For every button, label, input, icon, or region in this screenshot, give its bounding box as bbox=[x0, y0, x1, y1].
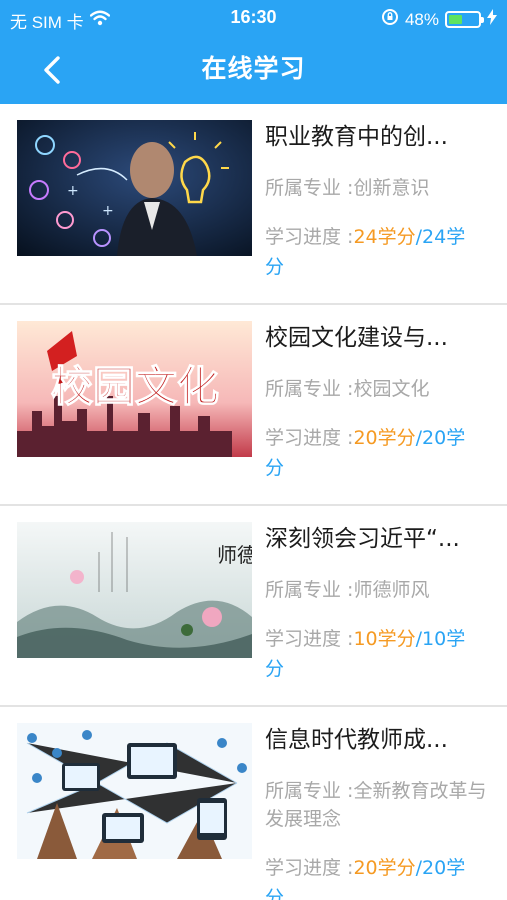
status-right-group: 48% bbox=[381, 8, 497, 31]
course-thumbnail: + + bbox=[17, 120, 252, 256]
course-title: 职业教育中的创... bbox=[265, 124, 448, 150]
course-item[interactable]: + + 职业教育中的创... 所属专业 :创新意识 学习进度 :24学分/24学… bbox=[0, 104, 507, 305]
course-list: + + 职业教育中的创... 所属专业 :创新意识 学习进度 :24学分/24学… bbox=[0, 104, 507, 900]
progress-earned: 24学分 bbox=[353, 226, 416, 248]
course-item[interactable]: 师德师风 深刻领会习近平“... 所属专业 :师德师风 学习进度 :10学分/1… bbox=[0, 506, 507, 707]
major-label: 所属专业 : bbox=[265, 780, 354, 802]
svg-text:+: + bbox=[67, 183, 79, 199]
course-thumbnail: 校园文化 bbox=[17, 321, 252, 457]
course-major: 所属专业 :师德师风 bbox=[265, 576, 501, 604]
progress-earned: 10学分 bbox=[353, 628, 416, 650]
course-info: 深刻领会习近平“... 所属专业 :师德师风 学习进度 :10学分/10学分 bbox=[265, 524, 501, 684]
thumbnail-text: 师德师风 bbox=[217, 543, 252, 567]
course-progress: 学习进度 :10学分/10学分 bbox=[265, 624, 480, 684]
battery-percent: 48% bbox=[404, 9, 439, 29]
course-info: 校园文化建设与... 所属专业 :校园文化 学习进度 :20学分/20学分 bbox=[265, 323, 501, 483]
course-major: 所属专业 :校园文化 bbox=[265, 375, 501, 403]
course-info: 职业教育中的创... 所属专业 :创新意识 学习进度 :24学分/24学分 bbox=[265, 122, 501, 282]
course-thumbnail bbox=[17, 723, 252, 859]
course-thumbnail: 师德师风 bbox=[17, 522, 252, 658]
svg-text:+: + bbox=[102, 203, 114, 219]
orientation-lock-icon bbox=[381, 8, 399, 31]
course-title: 深刻领会习近平“... bbox=[265, 526, 460, 552]
progress-label: 学习进度 : bbox=[265, 226, 354, 248]
course-progress: 学习进度 :20学分/20学分 bbox=[265, 853, 480, 900]
major-label: 所属专业 : bbox=[265, 177, 354, 199]
charging-icon bbox=[487, 9, 497, 30]
major-value: 师德师风 bbox=[353, 579, 430, 601]
major-value: 创新意识 bbox=[353, 177, 430, 199]
progress-label: 学习进度 : bbox=[265, 628, 354, 650]
battery-fill bbox=[449, 15, 463, 24]
status-bar: 无 SIM 卡 16:30 48% bbox=[0, 0, 507, 36]
major-label: 所属专业 : bbox=[265, 579, 354, 601]
progress-label: 学习进度 : bbox=[265, 427, 354, 449]
major-value: 校园文化 bbox=[353, 378, 430, 400]
battery-icon bbox=[445, 11, 484, 28]
thumbnail-text: 校园文化 bbox=[51, 362, 219, 411]
course-major: 所属专业 :全新教育改革与发展理念 bbox=[265, 777, 501, 833]
course-item[interactable]: 校园文化 校园文化建设与... 所属专业 :校园文化 学习进度 :20学分/20… bbox=[0, 305, 507, 506]
page-title: 在线学习 bbox=[201, 54, 306, 83]
course-info: 信息时代教师成... 所属专业 :全新教育改革与发展理念 学习进度 :20学分/… bbox=[265, 725, 501, 900]
course-major: 所属专业 :创新意识 bbox=[265, 174, 501, 202]
course-progress: 学习进度 :24学分/24学分 bbox=[265, 222, 480, 282]
course-progress: 学习进度 :20学分/20学分 bbox=[265, 423, 480, 483]
progress-earned: 20学分 bbox=[353, 427, 416, 449]
progress-label: 学习进度 : bbox=[265, 857, 354, 879]
major-label: 所属专业 : bbox=[265, 378, 354, 400]
nav-bar: 在线学习 bbox=[0, 36, 507, 104]
course-item[interactable]: 信息时代教师成... 所属专业 :全新教育改革与发展理念 学习进度 :20学分/… bbox=[0, 707, 507, 900]
course-title: 信息时代教师成... bbox=[265, 727, 448, 753]
course-title: 校园文化建设与... bbox=[265, 325, 448, 351]
progress-earned: 20学分 bbox=[353, 857, 416, 879]
